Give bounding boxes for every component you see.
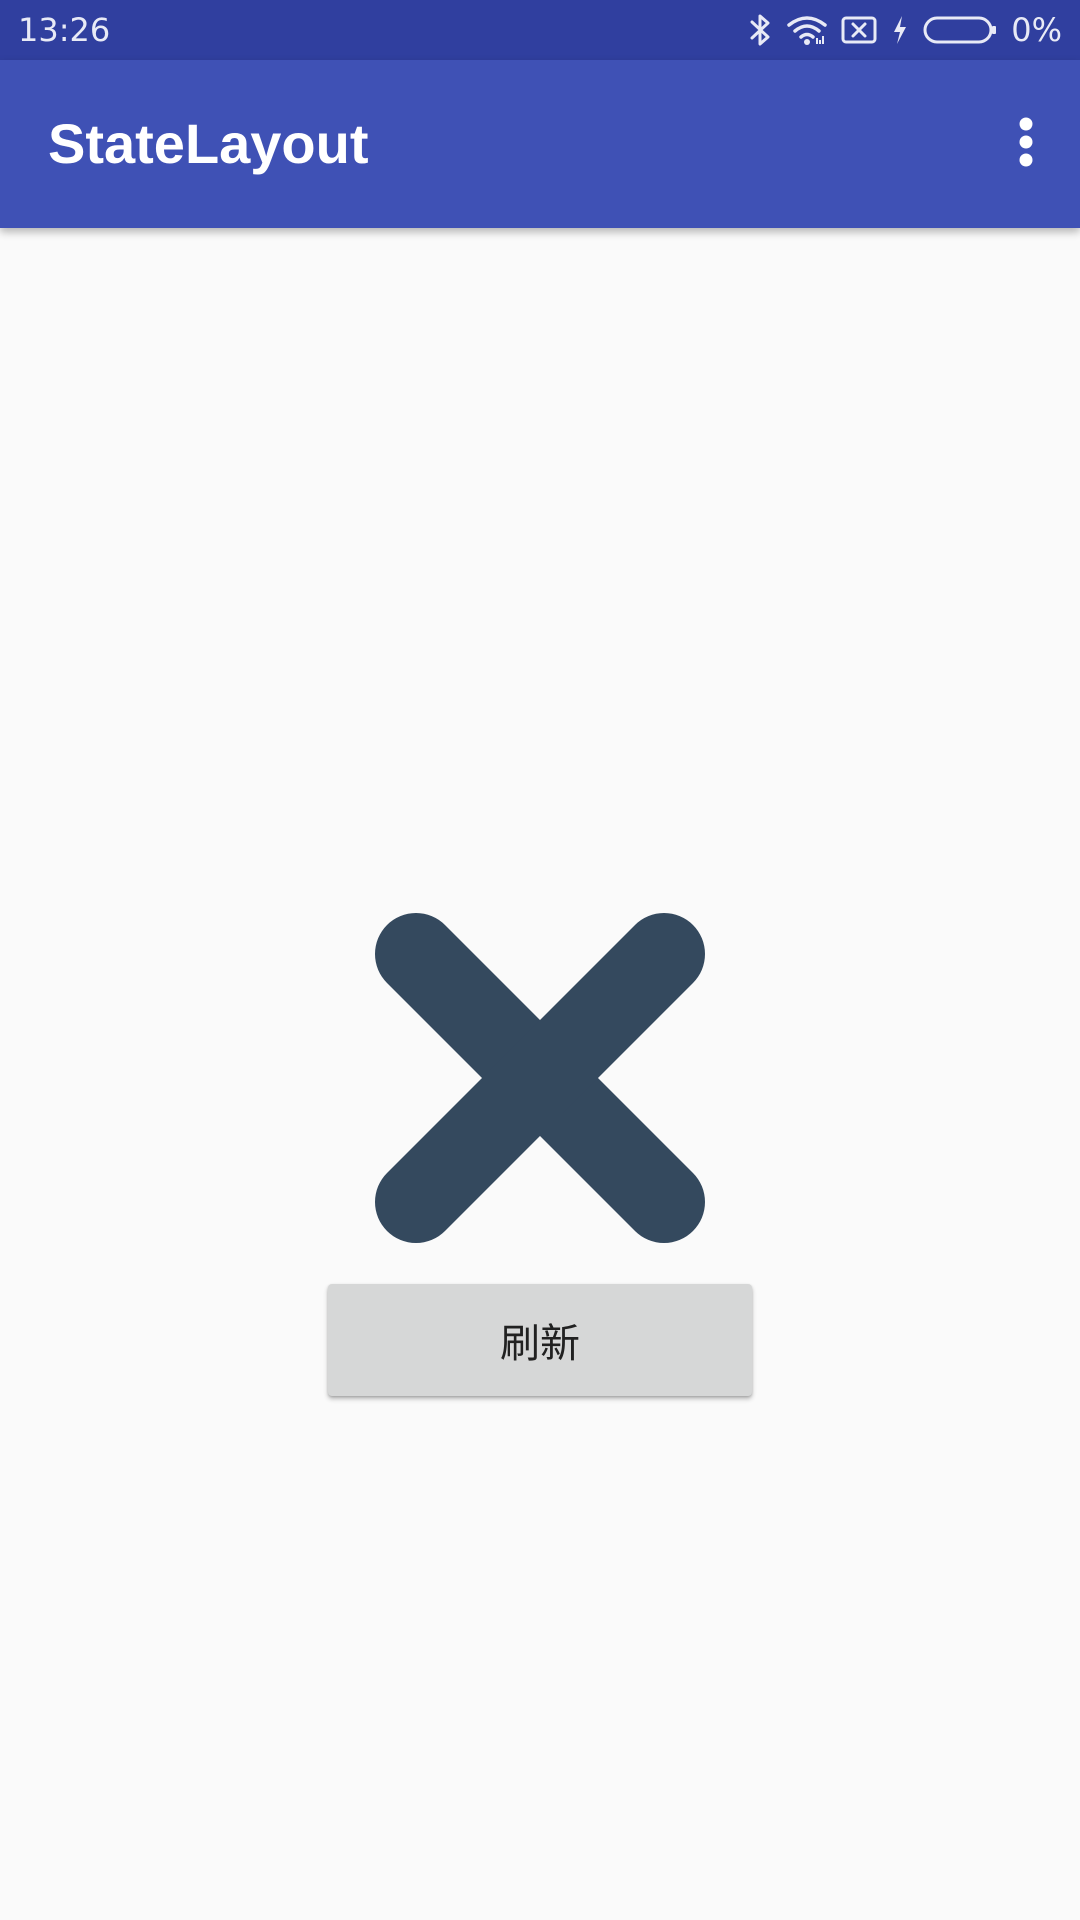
overflow-menu-button[interactable]: [990, 108, 1062, 180]
wifi-icon: [787, 14, 827, 46]
bluetooth-icon: [749, 13, 773, 47]
battery-icon: [923, 15, 997, 45]
sim-no-signal-icon: [841, 15, 877, 45]
status-bar: 13:26 0%: [0, 0, 1080, 60]
close-x-icon: [366, 904, 714, 1252]
status-icons: 0%: [749, 0, 1062, 60]
app-bar: StateLayout: [0, 60, 1080, 228]
content-area: 刷新: [0, 228, 1080, 1920]
battery-percent: 0%: [1011, 11, 1062, 49]
more-vertical-icon: [1018, 116, 1034, 172]
charging-bolt-icon: [891, 15, 909, 45]
status-time: 13:26: [18, 11, 111, 49]
app-title: StateLayout: [48, 112, 369, 175]
refresh-button[interactable]: 刷新: [328, 1284, 752, 1396]
